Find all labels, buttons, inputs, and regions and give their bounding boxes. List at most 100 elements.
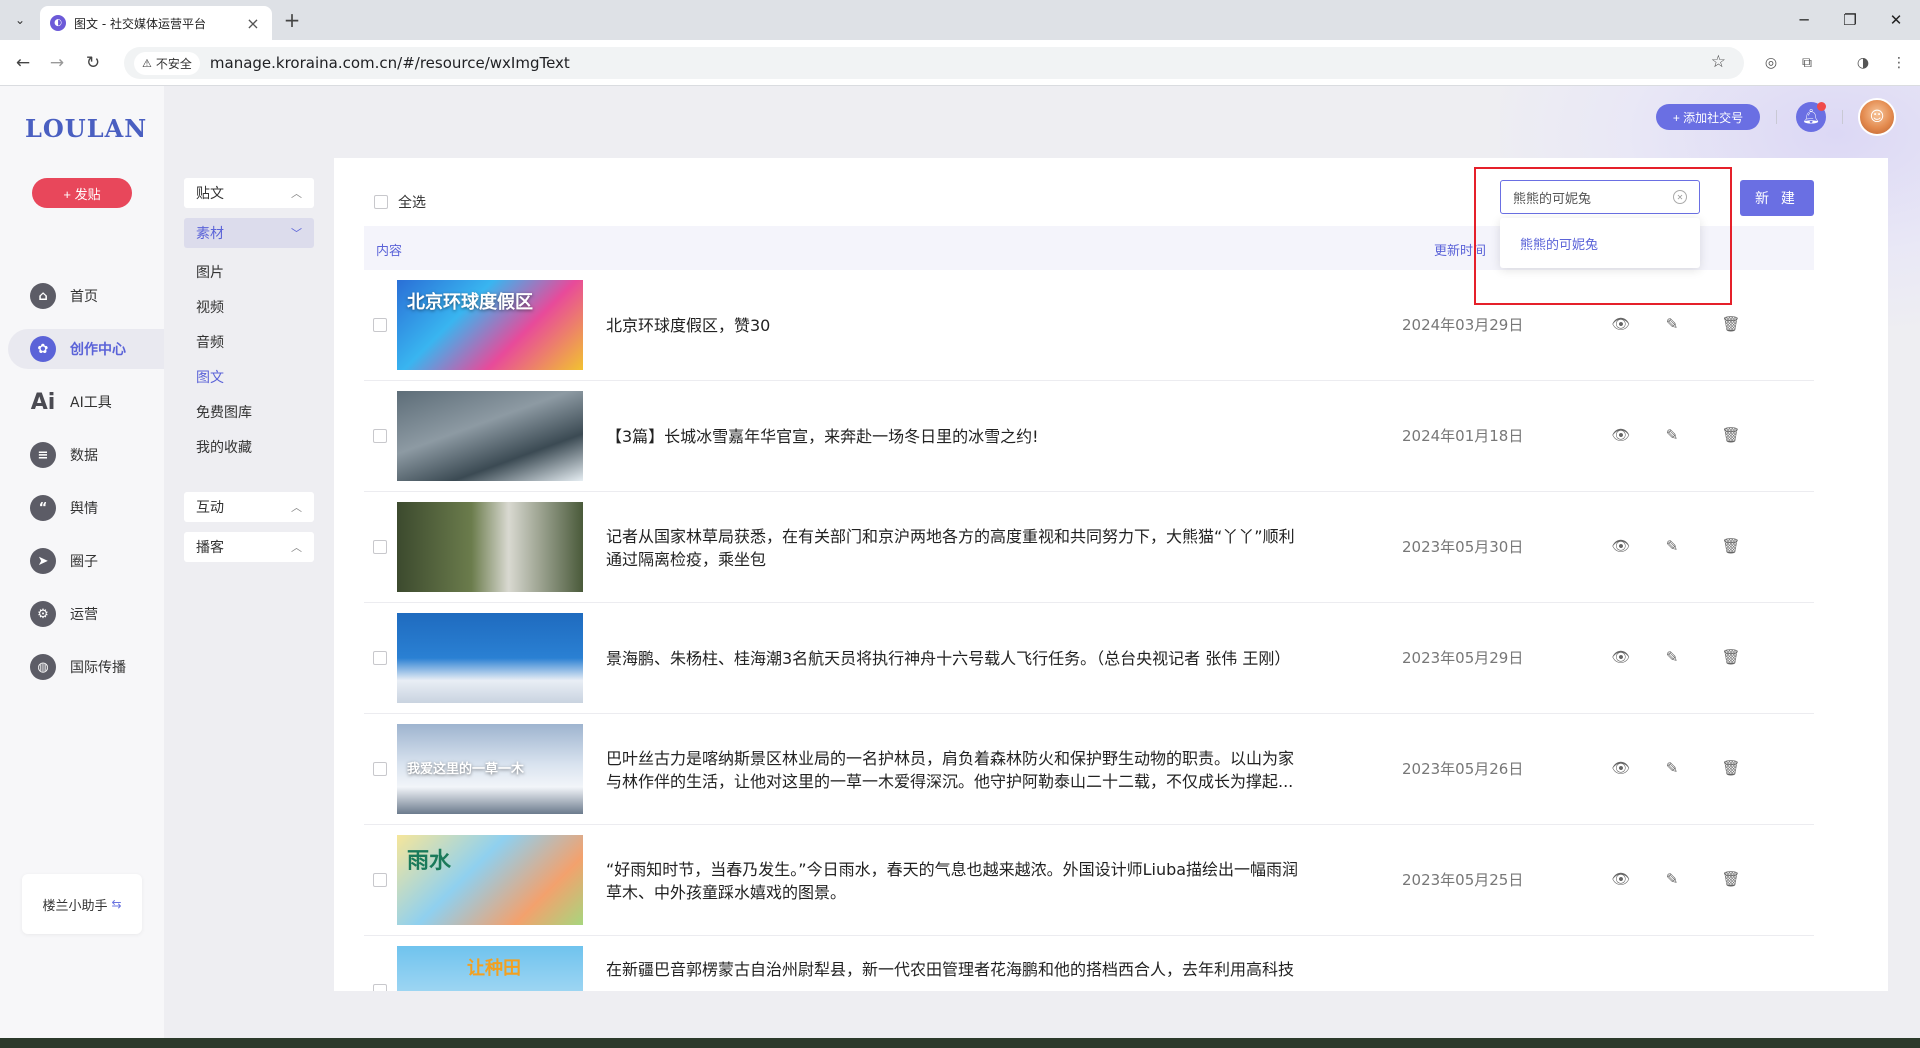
trash-icon[interactable]: 🗑︎	[1721, 647, 1741, 667]
subitem-favorites[interactable]: 我的收藏	[196, 437, 252, 457]
row-checkbox[interactable]	[373, 873, 387, 887]
profile-icon[interactable]: ◑	[1852, 52, 1874, 74]
row-title[interactable]: 景海鹏、朱杨柱、桂海潮3名航天员将执行神舟十六号载人飞行任务。（总台央视记者 张…	[606, 603, 1306, 714]
row-thumbnail[interactable]	[397, 502, 583, 592]
row-checkbox[interactable]	[373, 540, 387, 554]
add-social-account-button[interactable]: + 添加社交号	[1656, 104, 1760, 130]
column-header-time[interactable]: 更新时间	[1434, 240, 1486, 259]
row-title[interactable]: “好雨知时节，当春乃发生。”今日雨水，春天的气息也越来越浓。外国设计师Liuba…	[606, 825, 1306, 936]
eye-icon[interactable]: 👁︎	[1611, 314, 1631, 334]
subgroup-label: 播客	[196, 540, 224, 556]
subitem-image-text[interactable]: 图文	[196, 367, 224, 387]
trash-icon[interactable]: 🗑︎	[1721, 758, 1741, 778]
subgroup-podcast[interactable]: 播客 ︿	[184, 532, 314, 562]
edit-icon[interactable]: ✎	[1662, 425, 1682, 445]
trash-icon[interactable]: 🗑︎	[1721, 536, 1741, 556]
minimize-icon[interactable]: ─	[1784, 6, 1824, 34]
reload-icon[interactable]: ↻	[80, 50, 106, 76]
notification-bell-icon[interactable]: 🔔︎	[1796, 102, 1826, 132]
row-title[interactable]: 在新疆巴音郭楞蒙古自治州尉犁县，新一代农田管理者花海鹏和他的搭档西合人，去年利用…	[606, 936, 1306, 991]
extension-circle-icon[interactable]: ◎	[1760, 52, 1782, 74]
user-avatar[interactable]: ☺	[1858, 98, 1896, 136]
eye-icon[interactable]: 👁︎	[1611, 758, 1631, 778]
trash-icon[interactable]: 🗑︎	[1721, 869, 1741, 889]
assistant-button[interactable]: 楼兰小助手 ⇆	[22, 874, 142, 934]
browser-tab[interactable]: ◐ 图文 - 社交媒体运营平台 ×	[40, 6, 272, 40]
restore-icon[interactable]: ❐	[1830, 6, 1870, 34]
row-checkbox[interactable]	[373, 651, 387, 665]
row-title[interactable]: 北京环球度假区，赞30	[606, 270, 1306, 381]
table-row[interactable]: 我爱这里的一草一木 巴叶丝古力是喀纳斯景区林业局的一名护林员，肩负着森林防火和保…	[364, 714, 1814, 825]
table-row[interactable]: 【3篇】长城冰雪嘉年华官宣，来奔赴一场冬日里的冰雪之约! 2024年01月18日…	[364, 381, 1814, 492]
browser-menu-icon[interactable]: ⋮	[1888, 52, 1910, 74]
row-thumbnail[interactable]: 北京环球度假区	[397, 280, 583, 370]
subitem-audio[interactable]: 音频	[196, 332, 224, 352]
edit-icon[interactable]: ✎	[1662, 647, 1682, 667]
subgroup-interaction[interactable]: 互动 ︿	[184, 492, 314, 522]
trash-icon[interactable]: 🗑︎	[1721, 314, 1741, 334]
app-logo[interactable]: LOULAN	[25, 114, 147, 143]
trash-icon[interactable]: 🗑︎	[1721, 425, 1741, 445]
url-omnibox[interactable]: ⚠ 不安全 manage.kroraina.com.cn/#/resource/…	[124, 47, 1744, 79]
tab-close-icon[interactable]: ×	[244, 14, 262, 33]
nav-label: 创作中心	[70, 342, 126, 358]
select-all[interactable]: 全选	[374, 192, 426, 212]
extensions-puzzle-icon[interactable]: ⧉	[1796, 52, 1818, 74]
clear-circle-icon[interactable]: ✕	[1673, 190, 1687, 204]
row-checkbox[interactable]	[373, 984, 387, 991]
row-checkbox[interactable]	[373, 429, 387, 443]
subitem-free-gallery[interactable]: 免费图库	[196, 402, 252, 422]
table-row[interactable]: 北京环球度假区 北京环球度假区，赞30 2024年03月29日 👁︎ ✎ 🗑︎	[364, 270, 1814, 381]
nav-item-international[interactable]: ◍ 国际传播	[8, 647, 164, 687]
bookmark-star-icon[interactable]: ☆	[1711, 52, 1726, 72]
new-tab-plus-icon[interactable]: +	[280, 8, 304, 32]
row-title[interactable]: 【3篇】长城冰雪嘉年华官宣，来奔赴一场冬日里的冰雪之约!	[606, 381, 1306, 492]
subitem-images[interactable]: 图片	[196, 262, 224, 282]
nav-item-sentiment[interactable]: “ 舆情	[8, 488, 164, 528]
eye-icon[interactable]: 👁︎	[1611, 536, 1631, 556]
new-button[interactable]: 新 建	[1740, 180, 1814, 216]
forward-arrow-icon[interactable]: →	[44, 50, 70, 76]
eye-icon[interactable]: 👁︎	[1611, 869, 1631, 889]
row-checkbox[interactable]	[373, 318, 387, 332]
edit-icon[interactable]: ✎	[1662, 536, 1682, 556]
nav-item-operations[interactable]: ⚙ 运营	[8, 594, 164, 634]
window-close-icon[interactable]: ✕	[1876, 6, 1916, 34]
nav-item-home[interactable]: ⌂ 首页	[8, 276, 164, 316]
back-arrow-icon[interactable]: ←	[10, 50, 36, 76]
post-button[interactable]: + 发贴	[32, 178, 132, 208]
row-title[interactable]: 记者从国家林草局获悉，在有关部门和京沪两地各方的高度重视和共同努力下，大熊猫“丫…	[606, 492, 1306, 603]
nav-item-creation-center[interactable]: ✿ 创作中心	[8, 329, 164, 369]
tab-search-chevron-icon[interactable]: ⌄	[8, 8, 32, 32]
eye-icon[interactable]: 👁︎	[1611, 425, 1631, 445]
nav-item-ai-tools[interactable]: Ai AI工具	[8, 382, 164, 422]
row-thumbnail[interactable]	[397, 613, 583, 703]
subgroup-posts[interactable]: 贴文 ︿	[184, 178, 314, 208]
chevron-down-icon: ﹀	[291, 227, 302, 240]
nav-item-circle[interactable]: ➤ 圈子	[8, 541, 164, 581]
table-row[interactable]: 让种田 在新疆巴音郭楞蒙古自治州尉犁县，新一代农田管理者花海鹏和他的搭档西合人，…	[364, 936, 1814, 991]
edit-icon[interactable]: ✎	[1662, 758, 1682, 778]
subgroup-materials[interactable]: 素材 ﹀	[184, 218, 314, 248]
row-thumbnail[interactable]: 让种田	[397, 946, 583, 991]
eye-icon[interactable]: 👁︎	[1611, 647, 1631, 667]
table-row[interactable]: 景海鹏、朱杨柱、桂海潮3名航天员将执行神舟十六号载人飞行任务。（总台央视记者 张…	[364, 603, 1814, 714]
row-thumbnail[interactable]: 雨水	[397, 835, 583, 925]
table-row[interactable]: 记者从国家林草局获悉，在有关部门和京沪两地各方的高度重视和共同努力下，大熊猫“丫…	[364, 492, 1814, 603]
search-suggestion-item[interactable]: 熊熊的可妮兔	[1500, 218, 1700, 268]
edit-icon[interactable]: ✎	[1662, 314, 1682, 334]
select-all-checkbox[interactable]	[374, 195, 388, 209]
nav-item-data[interactable]: ≡ 数据	[8, 435, 164, 475]
select-all-label: 全选	[398, 195, 426, 211]
table-row[interactable]: 雨水 “好雨知时节，当春乃发生。”今日雨水，春天的气息也越来越浓。外国设计师Li…	[364, 825, 1814, 936]
sub-navigation: 贴文 ︿ 素材 ﹀ 图片 视频 音频 图文 免费图库 我的收藏 互动 ︿ 播客 …	[164, 86, 334, 1038]
row-thumbnail[interactable]: 我爱这里的一草一木	[397, 724, 583, 814]
edit-icon[interactable]: ✎	[1662, 869, 1682, 889]
insecure-badge[interactable]: ⚠ 不安全	[134, 51, 200, 75]
row-checkbox[interactable]	[373, 762, 387, 776]
search-input[interactable]: 熊熊的可妮兔 ✕	[1500, 180, 1700, 214]
row-title[interactable]: 巴叶丝古力是喀纳斯景区林业局的一名护林员，肩负着森林防火和保护野生动物的职责。以…	[606, 714, 1306, 825]
palette-icon: ✿	[30, 336, 56, 362]
subitem-videos[interactable]: 视频	[196, 297, 224, 317]
row-thumbnail[interactable]	[397, 391, 583, 481]
